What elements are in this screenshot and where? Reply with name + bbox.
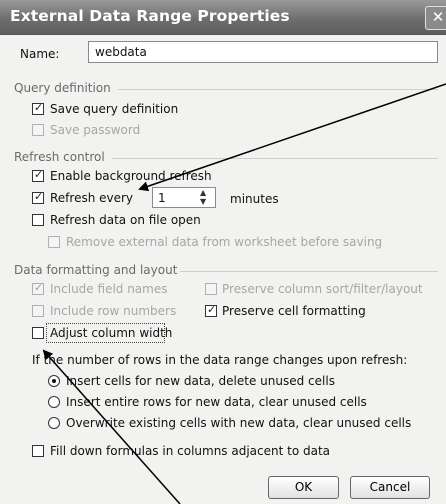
remove-external-data-checkbox[interactable] [48, 236, 60, 248]
group-divider [112, 158, 438, 159]
check-icon: ✓ [207, 303, 217, 316]
spin-up-icon[interactable]: ▲ [200, 188, 206, 197]
query-definition-heading: Query definition [14, 81, 111, 95]
name-input[interactable]: webdata [88, 41, 438, 63]
check-icon: ✓ [34, 168, 44, 181]
formatting-heading: Data formatting and layout [14, 263, 178, 277]
preserve-cell-formatting-checkbox[interactable]: ✓ [205, 303, 217, 317]
group-divider [118, 89, 438, 90]
adjust-column-width-checkbox[interactable] [32, 327, 44, 339]
dialog-window: External Data Range Properties ✕ Name: w… [0, 0, 446, 504]
save-password-label: Save password [50, 123, 141, 137]
cancel-button[interactable]: Cancel [350, 476, 430, 499]
refresh-on-open-label: Refresh data on file open [50, 213, 201, 227]
refresh-unit-label: minutes [230, 192, 279, 206]
refresh-control-heading: Refresh control [14, 150, 105, 164]
close-icon: ✕ [431, 8, 445, 26]
check-icon: ✓ [34, 281, 44, 294]
spin-down-icon[interactable]: ▼ [200, 197, 206, 206]
preserve-cell-formatting-label: Preserve cell formatting [222, 304, 366, 318]
refresh-on-open-checkbox[interactable] [32, 214, 44, 226]
background-refresh-label: Enable background refresh [50, 169, 212, 183]
preserve-sort-checkbox[interactable] [205, 283, 217, 295]
background-refresh-checkbox[interactable]: ✓ [32, 168, 44, 182]
name-input-value: webdata [95, 45, 147, 59]
include-field-names-checkbox[interactable]: ✓ [32, 281, 44, 295]
refresh-interval-spinner[interactable]: 1 ▲ ▼ [152, 187, 216, 208]
fill-down-label: Fill down formulas in columns adjacent t… [50, 444, 331, 458]
radio-insert-cells-label: Insert cells for new data, delete unused… [66, 374, 335, 388]
refresh-interval-value: 1 [158, 191, 166, 205]
include-row-numbers-label: Include row numbers [50, 304, 177, 318]
check-icon: ✓ [34, 190, 44, 203]
title-bar: External Data Range Properties ✕ [0, 0, 446, 35]
refresh-every-label: Refresh every [50, 191, 134, 205]
close-button[interactable]: ✕ [425, 6, 446, 30]
save-password-checkbox[interactable] [32, 124, 44, 136]
name-label: Name: [20, 47, 60, 61]
radio-overwrite-label: Overwrite existing cells with new data, … [66, 416, 412, 430]
save-query-label: Save query definition [50, 102, 179, 116]
refresh-every-checkbox[interactable]: ✓ [32, 190, 44, 204]
adjust-column-width-label: Adjust column width [50, 326, 173, 340]
remove-external-data-label: Remove external data from worksheet befo… [66, 235, 383, 249]
ok-button[interactable]: OK [268, 476, 339, 499]
window-title: External Data Range Properties [10, 7, 290, 25]
radio-overwrite[interactable] [48, 417, 60, 429]
radio-selected-dot [52, 379, 56, 383]
check-icon: ✓ [34, 101, 44, 114]
preserve-sort-label: Preserve column sort/filter/layout [222, 282, 423, 296]
radio-insert-cells[interactable] [48, 375, 60, 387]
radio-insert-rows[interactable] [48, 396, 60, 408]
radio-insert-rows-label: Insert entire rows for new data, clear u… [66, 395, 367, 409]
include-row-numbers-checkbox[interactable] [32, 305, 44, 317]
row-change-prompt: If the number of rows in the data range … [32, 353, 408, 367]
fill-down-checkbox[interactable] [32, 445, 44, 457]
group-divider [180, 271, 438, 272]
save-query-checkbox[interactable]: ✓ [32, 101, 44, 115]
dialog-body: Name: webdata Query definition ✓ Save qu… [0, 35, 446, 504]
include-field-names-label: Include field names [50, 282, 168, 296]
